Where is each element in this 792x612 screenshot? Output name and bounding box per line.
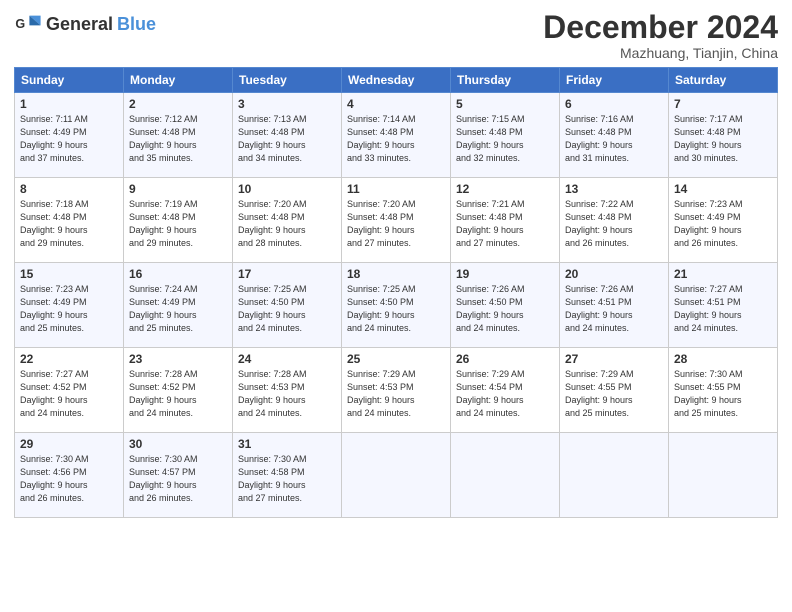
day-29: 29 Sunrise: 7:30 AMSunset: 4:56 PMDaylig… xyxy=(15,433,124,518)
day-empty-4 xyxy=(669,433,778,518)
svg-text:G: G xyxy=(15,17,25,31)
header-friday: Friday xyxy=(560,68,669,93)
day-5: 5 Sunrise: 7:15 AMSunset: 4:48 PMDayligh… xyxy=(451,93,560,178)
day-4: 4 Sunrise: 7:14 AMSunset: 4:48 PMDayligh… xyxy=(342,93,451,178)
logo: G GeneralBlue xyxy=(14,10,156,38)
week-row-3: 15 Sunrise: 7:23 AMSunset: 4:49 PMDaylig… xyxy=(15,263,778,348)
day-empty-1 xyxy=(342,433,451,518)
day-1: 1 Sunrise: 7:11 AMSunset: 4:49 PMDayligh… xyxy=(15,93,124,178)
day-31: 31 Sunrise: 7:30 AMSunset: 4:58 PMDaylig… xyxy=(233,433,342,518)
location-title: Mazhuang, Tianjin, China xyxy=(543,45,778,61)
day-19: 19 Sunrise: 7:26 AMSunset: 4:50 PMDaylig… xyxy=(451,263,560,348)
logo-blue-text: Blue xyxy=(117,14,156,35)
day-22: 22 Sunrise: 7:27 AMSunset: 4:52 PMDaylig… xyxy=(15,348,124,433)
header-sunday: Sunday xyxy=(15,68,124,93)
day-11: 11 Sunrise: 7:20 AMSunset: 4:48 PMDaylig… xyxy=(342,178,451,263)
header-monday: Monday xyxy=(124,68,233,93)
day-28: 28 Sunrise: 7:30 AMSunset: 4:55 PMDaylig… xyxy=(669,348,778,433)
calendar-table: Sunday Monday Tuesday Wednesday Thursday… xyxy=(14,67,778,518)
day-20: 20 Sunrise: 7:26 AMSunset: 4:51 PMDaylig… xyxy=(560,263,669,348)
week-row-1: 1 Sunrise: 7:11 AMSunset: 4:49 PMDayligh… xyxy=(15,93,778,178)
day-12: 12 Sunrise: 7:21 AMSunset: 4:48 PMDaylig… xyxy=(451,178,560,263)
day-21: 21 Sunrise: 7:27 AMSunset: 4:51 PMDaylig… xyxy=(669,263,778,348)
day-27: 27 Sunrise: 7:29 AMSunset: 4:55 PMDaylig… xyxy=(560,348,669,433)
week-row-4: 22 Sunrise: 7:27 AMSunset: 4:52 PMDaylig… xyxy=(15,348,778,433)
weekday-header-row: Sunday Monday Tuesday Wednesday Thursday… xyxy=(15,68,778,93)
day-8: 8 Sunrise: 7:18 AMSunset: 4:48 PMDayligh… xyxy=(15,178,124,263)
day-7: 7 Sunrise: 7:17 AMSunset: 4:48 PMDayligh… xyxy=(669,93,778,178)
header-wednesday: Wednesday xyxy=(342,68,451,93)
title-area: December 2024 Mazhuang, Tianjin, China xyxy=(543,10,778,61)
day-13: 13 Sunrise: 7:22 AMSunset: 4:48 PMDaylig… xyxy=(560,178,669,263)
day-23: 23 Sunrise: 7:28 AMSunset: 4:52 PMDaylig… xyxy=(124,348,233,433)
day-14: 14 Sunrise: 7:23 AMSunset: 4:49 PMDaylig… xyxy=(669,178,778,263)
day-empty-2 xyxy=(451,433,560,518)
day-6: 6 Sunrise: 7:16 AMSunset: 4:48 PMDayligh… xyxy=(560,93,669,178)
day-3: 3 Sunrise: 7:13 AMSunset: 4:48 PMDayligh… xyxy=(233,93,342,178)
day-2: 2 Sunrise: 7:12 AMSunset: 4:48 PMDayligh… xyxy=(124,93,233,178)
day-15: 15 Sunrise: 7:23 AMSunset: 4:49 PMDaylig… xyxy=(15,263,124,348)
header: G GeneralBlue December 2024 Mazhuang, Ti… xyxy=(14,10,778,61)
day-24: 24 Sunrise: 7:28 AMSunset: 4:53 PMDaylig… xyxy=(233,348,342,433)
day-17: 17 Sunrise: 7:25 AMSunset: 4:50 PMDaylig… xyxy=(233,263,342,348)
header-saturday: Saturday xyxy=(669,68,778,93)
header-tuesday: Tuesday xyxy=(233,68,342,93)
day-26: 26 Sunrise: 7:29 AMSunset: 4:54 PMDaylig… xyxy=(451,348,560,433)
logo-text: General xyxy=(46,14,113,35)
day-empty-3 xyxy=(560,433,669,518)
header-thursday: Thursday xyxy=(451,68,560,93)
month-title: December 2024 xyxy=(543,10,778,45)
day-10: 10 Sunrise: 7:20 AMSunset: 4:48 PMDaylig… xyxy=(233,178,342,263)
day-18: 18 Sunrise: 7:25 AMSunset: 4:50 PMDaylig… xyxy=(342,263,451,348)
day-9: 9 Sunrise: 7:19 AMSunset: 4:48 PMDayligh… xyxy=(124,178,233,263)
logo-icon: G xyxy=(14,10,42,38)
day-25: 25 Sunrise: 7:29 AMSunset: 4:53 PMDaylig… xyxy=(342,348,451,433)
week-row-2: 8 Sunrise: 7:18 AMSunset: 4:48 PMDayligh… xyxy=(15,178,778,263)
logo-area: G GeneralBlue xyxy=(14,10,156,38)
day-30: 30 Sunrise: 7:30 AMSunset: 4:57 PMDaylig… xyxy=(124,433,233,518)
day-16: 16 Sunrise: 7:24 AMSunset: 4:49 PMDaylig… xyxy=(124,263,233,348)
week-row-5: 29 Sunrise: 7:30 AMSunset: 4:56 PMDaylig… xyxy=(15,433,778,518)
page: G GeneralBlue December 2024 Mazhuang, Ti… xyxy=(0,0,792,612)
